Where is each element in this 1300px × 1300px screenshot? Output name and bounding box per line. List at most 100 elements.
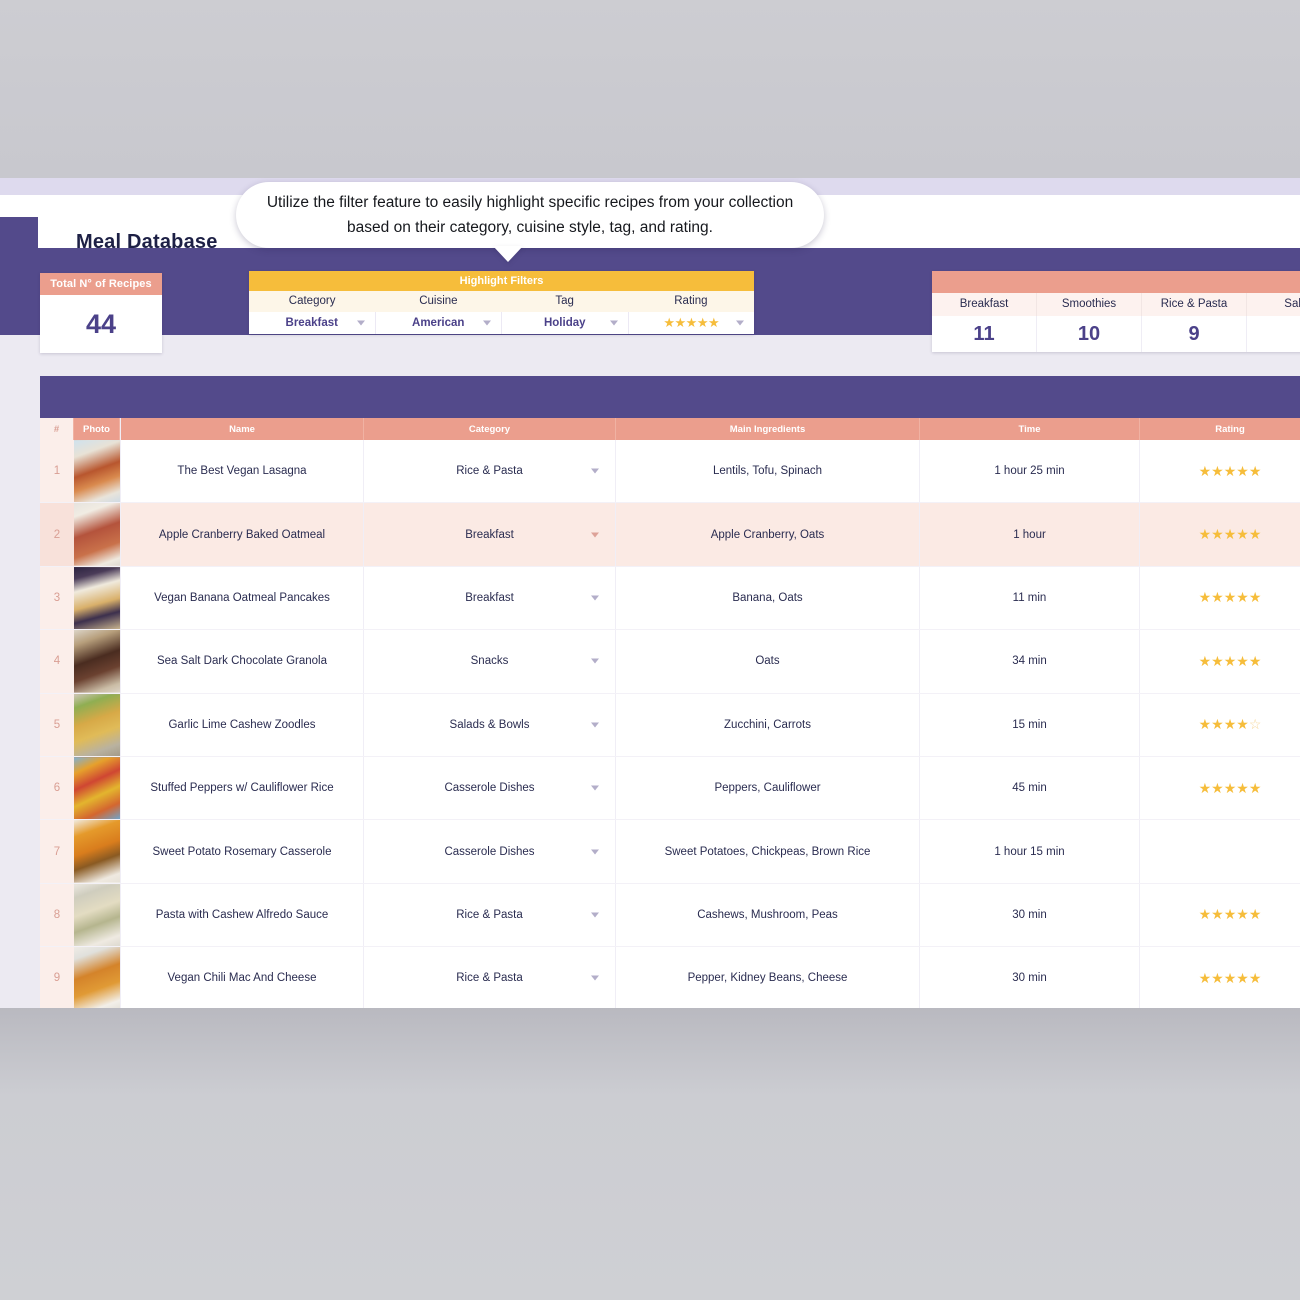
filter-select-category[interactable]: Breakfast (249, 312, 376, 334)
recipe-name: Apple Cranberry Baked Oatmeal (120, 503, 364, 566)
total-recipes-value: 44 (85, 308, 117, 339)
app-root: Meal Database Total N° of Recipes 44 Hig… (0, 0, 1300, 1300)
recipe-time: 30 min (920, 883, 1140, 947)
page-backdrop-top (0, 0, 1300, 178)
filter-value-rating: ★★★★★ (663, 315, 720, 330)
recipe-photo-thumbnail (74, 756, 120, 820)
recipe-name: Sea Salt Dark Chocolate Granola (120, 630, 364, 693)
table-row[interactable]: 4 Sea Salt Dark Chocolate Granola Snacks Oa… (40, 630, 1300, 694)
table-row[interactable]: 8 Pasta with Cashew Alfredo Sauce Rice & P… (40, 883, 1300, 948)
table-row[interactable]: 3 Vegan Banana Oatmeal Pancakes Breakfast B… (40, 566, 1300, 631)
recipe-rating: ★★★★★ (1140, 884, 1300, 946)
table-row[interactable]: 1 The Best Vegan Lasagna Rice & Pasta Lenti… (40, 440, 1300, 504)
recipe-name: Stuffed Peppers w/ Cauliflower Rice (120, 756, 364, 820)
total-recipes-label: Total N° of Recipes (40, 273, 162, 295)
column-header-name: Name (120, 418, 364, 440)
recipe-ingredients: Zucchini, Carrots (616, 693, 920, 756)
recipe-time: 15 min (920, 693, 1140, 756)
chevron-down-icon[interactable] (591, 532, 599, 538)
star-rating-icon: ★★★★★ (1198, 526, 1262, 543)
total-recipes-card: Total N° of Recipes 44 (40, 273, 162, 353)
star-rating-icon: ★★★★★ (1198, 779, 1262, 796)
column-header-number: # (40, 418, 74, 440)
filter-select-cuisine[interactable]: American (376, 312, 502, 334)
category-counts-values: 11 10 9 (932, 316, 1300, 352)
filter-select-rating[interactable]: ★★★★★ (629, 312, 755, 334)
column-header-category: Category (364, 418, 616, 440)
recipe-photo-cell (74, 883, 120, 947)
filter-label-tag: Tag (555, 295, 574, 307)
recipe-photo-thumbnail (74, 630, 120, 693)
recipe-time: 11 min (920, 566, 1140, 630)
star-rating-icon: ★★★★★ (1198, 969, 1262, 986)
recipe-category-select[interactable]: Breakfast (364, 503, 616, 566)
recipe-ingredients: Apple Cranberry, Oats (616, 503, 920, 566)
recipe-name: The Best Vegan Lasagna (120, 440, 364, 503)
column-header-rating: Rating (1215, 423, 1245, 435)
table-row[interactable]: 6 Stuffed Peppers w/ Cauliflower Rice Cass… (40, 756, 1300, 821)
chevron-down-icon[interactable] (591, 785, 599, 791)
recipe-photo-thumbnail (74, 566, 120, 630)
chevron-down-icon[interactable] (356, 320, 365, 326)
chevron-down-icon[interactable] (591, 468, 599, 474)
recipe-time: 30 min (920, 947, 1140, 1008)
filter-value-category: Breakfast (285, 317, 338, 329)
recipe-category-select[interactable]: Snacks (364, 630, 616, 693)
page-backdrop-bottom (0, 1008, 1300, 1300)
chevron-down-icon[interactable] (591, 595, 599, 601)
category-count-label-breakfast: Breakfast (932, 293, 1037, 316)
table-row[interactable]: 5 Garlic Lime Cashew Zoodles Salads & Bowl… (40, 693, 1300, 757)
category-count-value-smoothies: 10 (1037, 316, 1142, 352)
recipe-photo-cell (74, 503, 120, 566)
chevron-down-icon[interactable] (609, 320, 618, 326)
recipe-time: 45 min (920, 756, 1140, 820)
recipe-category-select[interactable]: Casserole Dishes (364, 756, 616, 820)
recipe-photo-cell (74, 947, 120, 1008)
category-count-label-smoothies: Smoothies (1037, 293, 1142, 316)
filter-value-tag: Holiday (543, 317, 586, 329)
chevron-down-icon[interactable] (591, 912, 599, 918)
recipe-category-select[interactable]: Rice & Pasta (364, 440, 616, 503)
row-number: 7 (40, 820, 74, 883)
recipe-name: Vegan Chili Mac And Cheese (120, 947, 364, 1008)
row-number: 8 (40, 883, 74, 947)
table-top-band (40, 376, 1300, 418)
recipe-ingredients: Peppers, Cauliflower (616, 756, 920, 820)
recipe-rating: ★★★★★ (1140, 440, 1300, 502)
chevron-down-icon[interactable] (591, 975, 599, 981)
recipe-ingredients: Sweet Potatoes, Chickpeas, Brown Rice (616, 820, 920, 883)
chevron-down-icon[interactable] (483, 320, 491, 326)
recipe-photo-cell (74, 440, 120, 503)
category-count-value-rice-pasta: 9 (1142, 316, 1247, 352)
recipe-category-select[interactable]: Breakfast (364, 566, 616, 630)
recipe-category-select[interactable]: Salads & Bowls (364, 693, 616, 756)
table-row[interactable]: 2 Apple Cranberry Baked Oatmeal Breakfast A… (40, 503, 1300, 567)
recipe-time: 1 hour 25 min (920, 440, 1140, 503)
category-count-label-rice-pasta: Rice & Pasta (1142, 293, 1247, 316)
recipe-category-select[interactable]: Rice & Pasta (364, 947, 616, 1008)
recipe-category-select[interactable]: Casserole Dishes (364, 820, 616, 883)
recipe-rating: ★★★★★ (1140, 630, 1300, 692)
recipe-photo-cell (74, 693, 120, 756)
table-body: 1 The Best Vegan Lasagna Rice & Pasta Lenti… (40, 440, 1300, 1008)
category-counts-labels: Breakfast Smoothies Rice & Pasta Salad (932, 293, 1300, 316)
star-rating-icon: ★★★★★ (1198, 589, 1262, 606)
chevron-down-icon[interactable] (591, 658, 599, 664)
table-row[interactable]: 9 Vegan Chili Mac And Cheese Rice & Pasta P… (40, 947, 1300, 1008)
star-rating-icon: ★★★★☆ (1198, 716, 1262, 733)
recipe-photo-thumbnail (74, 440, 120, 503)
row-number: 1 (40, 440, 74, 503)
recipe-rating: ★★★★★ (1140, 757, 1300, 819)
filter-select-tag[interactable]: Holiday (502, 312, 629, 334)
star-rating-icon: ★★★★★ (1198, 652, 1262, 669)
chevron-down-icon[interactable] (591, 722, 599, 728)
filter-label-category: Category (288, 295, 336, 307)
recipe-category-select[interactable]: Rice & Pasta (364, 883, 616, 947)
recipe-ingredients: Lentils, Tofu, Spinach (616, 440, 920, 503)
table-row[interactable]: 7 Sweet Potato Rosemary Casserole Casserol… (40, 820, 1300, 884)
chevron-down-icon[interactable] (736, 320, 744, 326)
chevron-down-icon[interactable] (591, 849, 599, 855)
recipe-photo-thumbnail (74, 947, 120, 1008)
filter-label-cuisine: Cuisine (419, 295, 458, 307)
recipe-photo-cell (74, 820, 120, 883)
